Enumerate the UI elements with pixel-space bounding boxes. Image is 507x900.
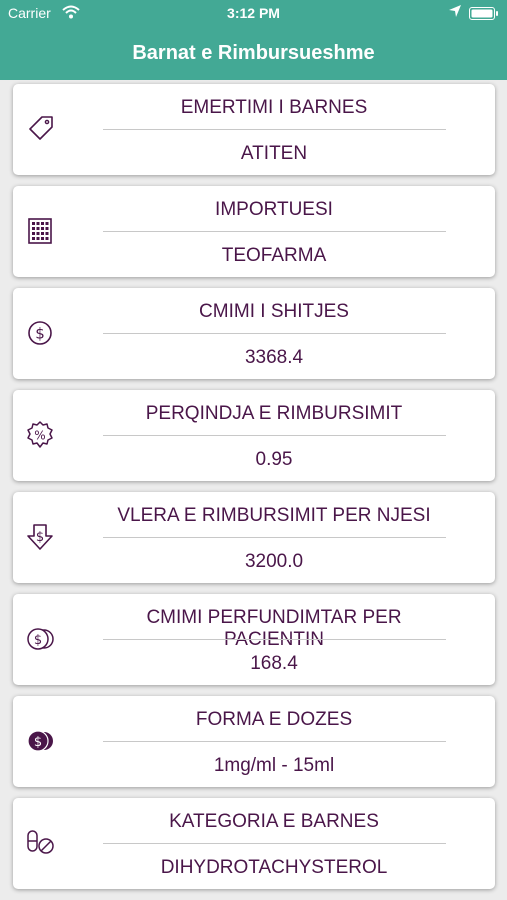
card-label: KATEGORIA E BARNES [169, 811, 379, 832]
grid-icon [28, 218, 52, 244]
detail-card-reimbursement-percentage: % PERQINDJA E RIMBURSIMIT 0.95 [13, 390, 495, 481]
card-divider [103, 537, 446, 538]
card-label: CMIMI I SHITJES [199, 301, 349, 322]
card-label: FORMA E DOZES [195, 709, 353, 730]
card-value: ATITEN [240, 143, 308, 164]
coins-icon: $ [27, 628, 54, 650]
card-label: IMPORTUESI [215, 199, 333, 220]
card-value: TEOFARMA [221, 245, 327, 266]
card-value: 1mg/ml - 15ml [213, 755, 335, 776]
detail-card-importer: IMPORTUESI TEOFARMA [13, 186, 495, 277]
card-divider [103, 231, 446, 232]
card-divider [103, 129, 446, 130]
card-label: CMIMI PERFUNDIMTAR PER PACIENTIN [146, 607, 402, 650]
card-label: EMERTIMI I BARNES [180, 97, 368, 118]
percent-badge-icon: % [27, 421, 53, 448]
dollar-circle-icon: $ [28, 321, 52, 345]
detail-card-drug-name: EMERTIMI I BARNES ATITEN [13, 84, 495, 175]
dollar-coins-filled-icon: $ [27, 730, 53, 752]
card-value: 0.95 [255, 449, 293, 470]
tag-icon [29, 116, 53, 140]
card-divider [103, 435, 446, 436]
detail-card-reimbursement-value: $ VLERA E RIMBURSIMIT PER NJESI 3200.0 [13, 492, 495, 583]
svg-text:$: $ [34, 633, 42, 648]
battery-icon [469, 7, 498, 20]
svg-text:$: $ [35, 325, 45, 343]
detail-card-sale-price: $ CMIMI I SHITJES 3368.4 [13, 288, 495, 379]
card-value: 168.4 [250, 653, 298, 674]
card-label: VLERA E RIMBURSIMIT PER NJESI [117, 505, 431, 526]
card-divider [103, 741, 446, 742]
svg-text:%: % [34, 429, 45, 443]
page-title: Barnat e Rimbursueshme [132, 42, 375, 64]
navigation-bar: Barnat e Rimbursueshme [0, 26, 507, 80]
card-value: DIHYDROTACHYSTEROL [160, 857, 388, 878]
card-label: PERQINDJA E RIMBURSIMIT [145, 403, 403, 424]
status-time: 3:12 PM [227, 5, 280, 21]
dollar-down-arrow-icon: $ [27, 524, 53, 550]
card-divider [103, 333, 446, 334]
detail-card-final-patient-price: $ CMIMI PERFUNDIMTAR PER PACIENTIN 168.4 [13, 594, 495, 685]
card-value: 3200.0 [244, 551, 304, 572]
detail-card-drug-category: KATEGORIA E BARNES DIHYDROTACHYSTEROL [13, 798, 495, 889]
card-divider [103, 639, 446, 640]
pills-icon [27, 830, 54, 854]
detail-card-dosage-form: $ FORMA E DOZES 1mg/ml - 15ml [13, 696, 495, 787]
card-value: 3368.4 [244, 347, 304, 368]
card-divider [103, 843, 446, 844]
svg-text:$: $ [34, 735, 42, 750]
svg-text:$: $ [36, 530, 44, 545]
location-arrow-icon [449, 5, 461, 17]
status-bar: Carrier 3:12 PM [0, 0, 507, 26]
